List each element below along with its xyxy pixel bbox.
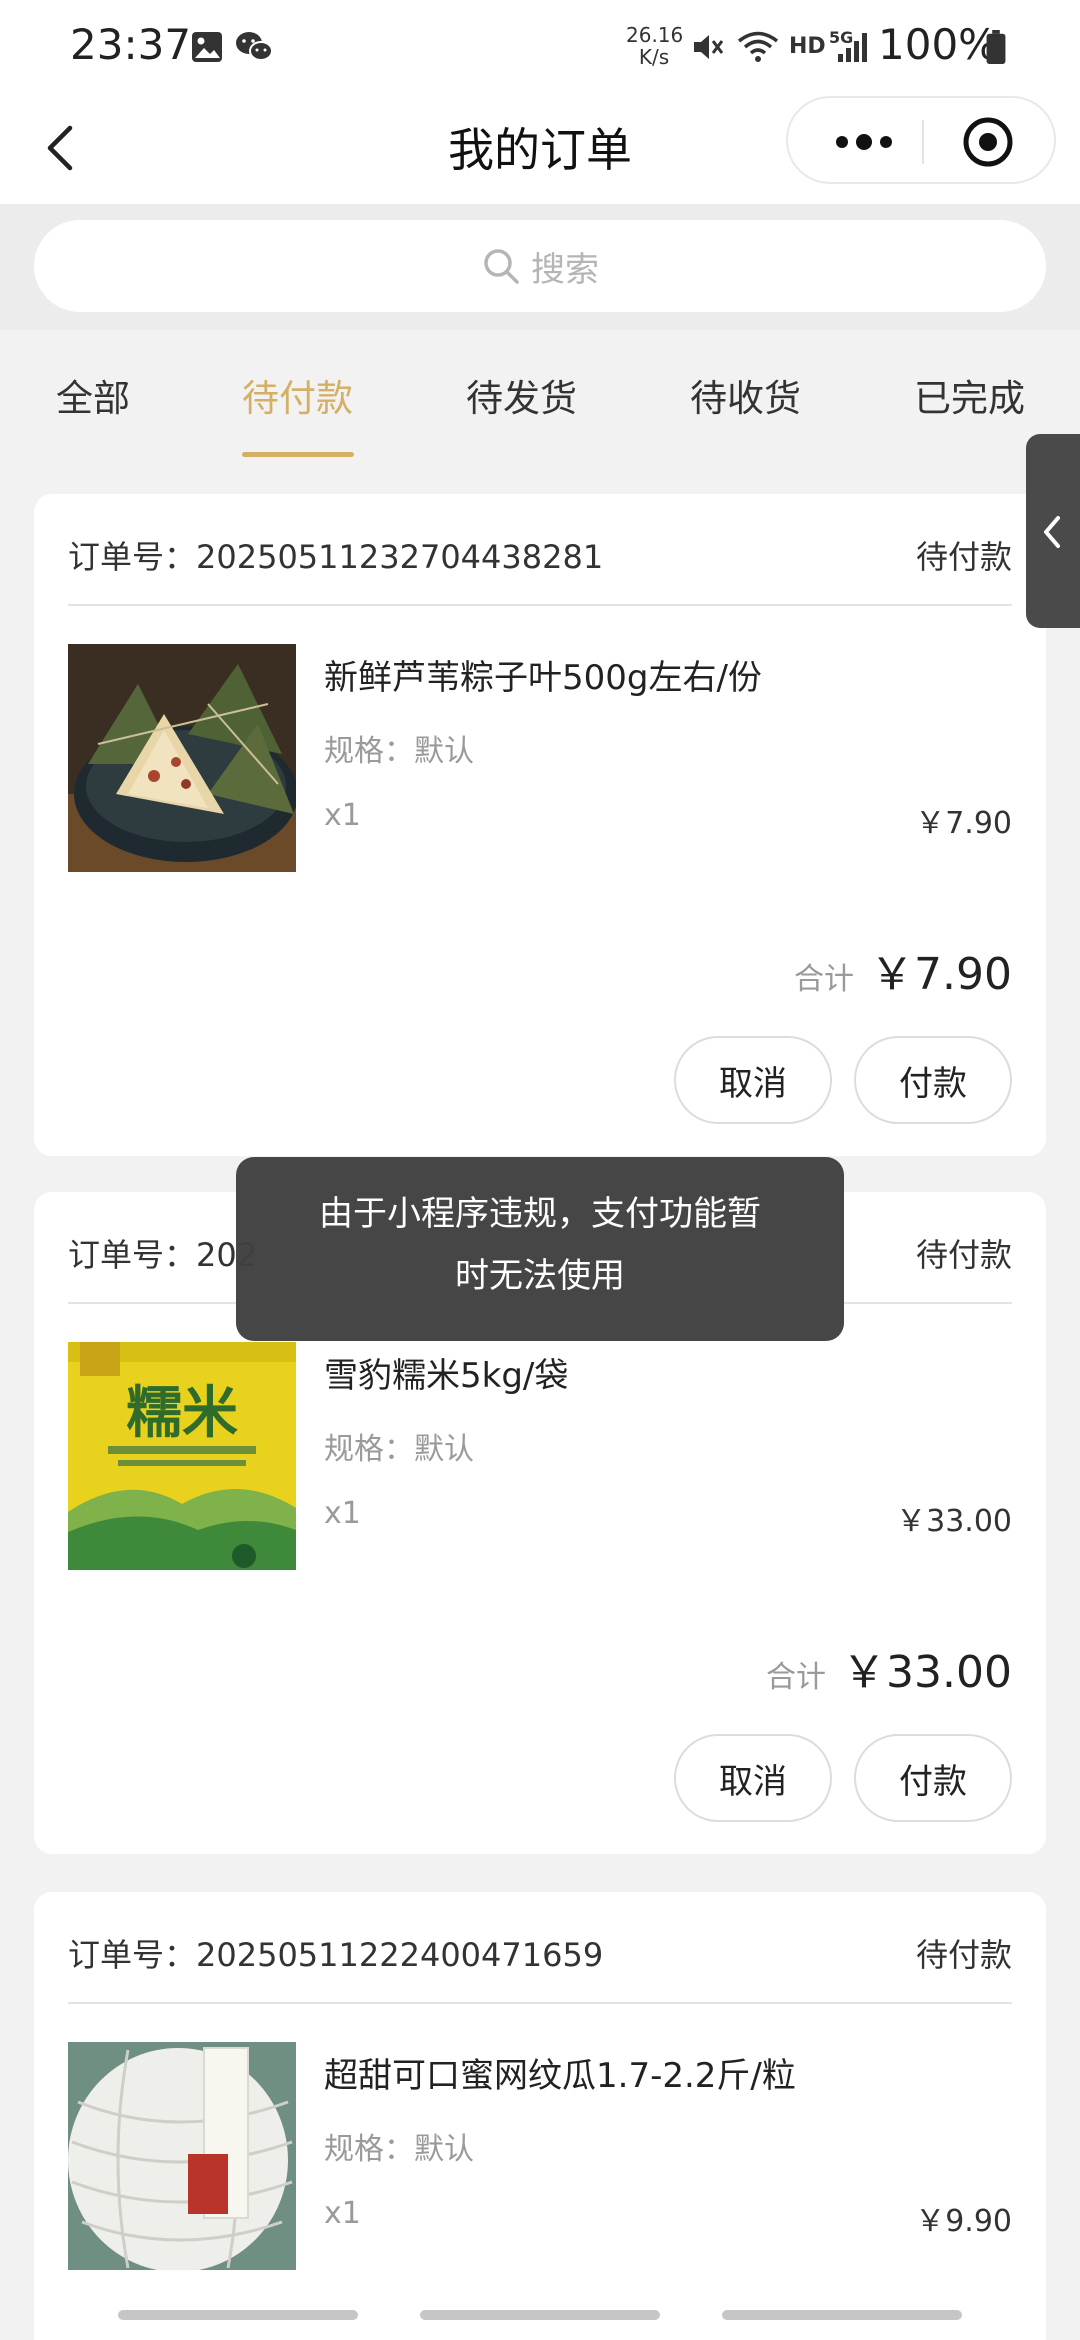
network-speed: 26.16 K/s: [626, 23, 684, 69]
order-status: 待付款: [915, 538, 1012, 576]
product-spec: 规格：默认: [324, 1432, 474, 1467]
search-input[interactable]: 搜索: [34, 220, 1046, 312]
order-card-header: 订单号：20250511222400471659 待付款: [68, 1892, 1012, 2004]
payment-unavailable-toast: 由于小程序违规，支付功能暂 时无法使用: [236, 1157, 844, 1341]
search-placeholder: 搜索: [531, 249, 599, 290]
product-quantity: x1: [324, 1496, 361, 1531]
search-section: 搜索: [0, 204, 1080, 330]
tab-pending-shipment[interactable]: 待发货: [466, 368, 577, 422]
total-amount: ￥7.90: [870, 949, 1012, 1000]
order-number: 订单号：20250511232704438281: [68, 538, 604, 576]
wifi-icon: [737, 31, 779, 62]
search-icon: [484, 249, 519, 284]
order-status: 待付款: [915, 1236, 1012, 1274]
order-list-page: 23:37 26.16 K/s HD 5G 100% 我的订单 搜索 全部 待付…: [0, 0, 1080, 2340]
product-quantity: x1: [324, 798, 361, 833]
product-price: ￥9.90: [915, 2204, 1012, 2239]
total-label: 合计: [794, 962, 855, 997]
status-time: 23:37: [70, 20, 192, 69]
gesture-bar-right: [722, 2310, 962, 2320]
active-tab-indicator: [242, 452, 354, 457]
cancel-order-button[interactable]: 取消: [674, 1734, 832, 1822]
product-spec: 规格：默认: [324, 2132, 474, 2167]
order-number: 订单号：20250511222400471659: [68, 1936, 604, 1974]
toast-line-2: 时无法使用: [455, 1256, 625, 1296]
toast-line-1: 由于小程序违规，支付功能暂: [319, 1194, 761, 1234]
capsule-divider: [922, 120, 924, 164]
cancel-order-button[interactable]: 取消: [674, 1036, 832, 1124]
network-speed-unit: K/s: [638, 45, 670, 69]
battery-icon: [986, 30, 1006, 64]
product-image-melon[interactable]: [68, 2042, 296, 2270]
total-amount: ￥33.00: [842, 1647, 1012, 1698]
product-spec: 规格：默认: [324, 734, 474, 769]
rice-bag-brand-text: 糯米: [126, 1380, 238, 1446]
product-image-zongzi[interactable]: [68, 644, 296, 872]
battery-percent: 100%: [878, 20, 999, 69]
order-total: 合计 ￥33.00: [766, 1636, 1012, 1700]
product-price: ￥7.90: [915, 806, 1012, 841]
order-card-header: 订单号：20250511232704438281 待付款: [68, 494, 1012, 606]
close-mini-program-icon[interactable]: [958, 112, 1018, 172]
order-card: 订单号：20250511222400471659 待付款 超甜可口蜜网纹瓜1.7…: [34, 1892, 1046, 2340]
network-speed-value: 26.16: [626, 23, 684, 47]
total-label: 合计: [766, 1660, 827, 1695]
gallery-notification-icon: [192, 32, 222, 62]
product-name: 新鲜芦苇粽子叶500g左右/份: [324, 658, 762, 698]
chevron-left-icon: [1044, 516, 1060, 548]
side-drawer-handle[interactable]: [1026, 434, 1080, 628]
tab-completed[interactable]: 已完成: [914, 368, 1025, 422]
product-price: ￥33.00: [896, 1504, 1012, 1539]
status-bar: 23:37 26.16 K/s HD 5G 100%: [0, 0, 1080, 96]
gesture-bar-center[interactable]: [420, 2310, 660, 2320]
mini-program-capsule: [786, 96, 1056, 184]
tab-all[interactable]: 全部: [56, 368, 130, 422]
order-number: 订单号：202: [68, 1236, 258, 1274]
signal-icon: [838, 33, 867, 62]
product-image-glutinous-rice[interactable]: 糯米: [68, 1342, 296, 1570]
mute-icon: [694, 35, 724, 59]
gesture-bar-left: [118, 2310, 358, 2320]
order-status: 待付款: [915, 1936, 1012, 1974]
product-name: 雪豹糯米5kg/袋: [324, 1356, 569, 1396]
tab-pending-receipt[interactable]: 待收货: [690, 368, 801, 422]
order-status-tabs: 全部 待付款 待发货 待收货 已完成: [0, 330, 1080, 460]
more-options-icon[interactable]: [814, 112, 914, 172]
navigation-bar: 我的订单: [0, 96, 1080, 204]
order-total: 合计 ￥7.90: [794, 938, 1012, 1002]
pay-button[interactable]: 付款: [854, 1734, 1012, 1822]
pay-button[interactable]: 付款: [854, 1036, 1012, 1124]
product-quantity: x1: [324, 2196, 361, 2231]
order-card: 订单号：20250511232704438281 待付款 新鲜芦苇粽子叶500g…: [34, 494, 1046, 1156]
product-name: 超甜可口蜜网纹瓜1.7-2.2斤/粒: [324, 2056, 796, 2096]
wechat-notification-icon: [236, 32, 273, 61]
hd-indicator: HD: [789, 34, 826, 59]
tab-pending-payment[interactable]: 待付款: [242, 368, 353, 422]
